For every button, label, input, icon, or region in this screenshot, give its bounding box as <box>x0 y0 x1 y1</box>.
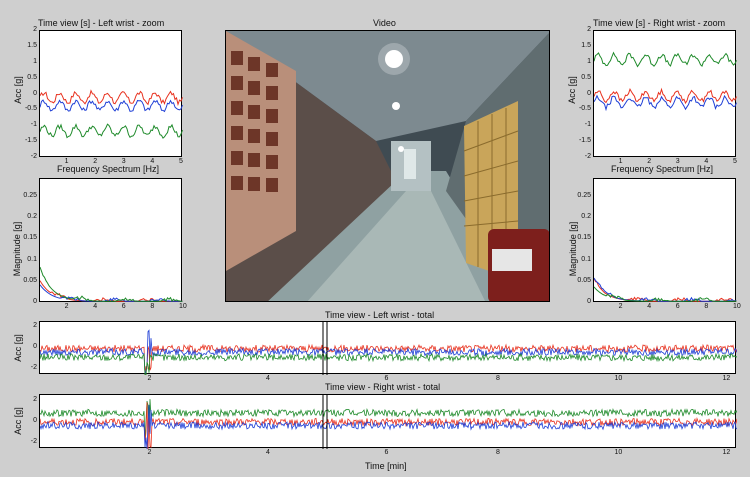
left-zoom-ytick: -1.5 <box>24 137 37 145</box>
zoom-series-green <box>594 51 737 68</box>
right-total-xtick: 12 <box>722 449 731 456</box>
left-spectrum-ylabel: Magnitude [g] <box>12 221 22 277</box>
video-frame[interactable] <box>225 30 550 302</box>
video-title: Video <box>373 18 396 28</box>
left-spectrum-xtick: 10 <box>179 303 187 310</box>
right-zoom-ytick: -1.5 <box>578 137 591 145</box>
left-spectrum-plot <box>39 178 183 303</box>
left-total-xtick: 4 <box>266 375 270 382</box>
right-spectrum-ylabel: Magnitude [g] <box>568 221 578 277</box>
spectrum-series-blue <box>40 284 183 302</box>
right-zoom-ytick: 1 <box>587 57 591 65</box>
left-total-lines <box>40 322 737 375</box>
left-zoom-ytick: -1 <box>30 121 37 129</box>
right-zoom-ytick: 1.5 <box>581 41 591 49</box>
left-spectrum-ytick: 0 <box>33 298 37 305</box>
left-spectrum-xtick: 2 <box>64 303 69 310</box>
left-spectrum-xtick: 8 <box>150 303 155 310</box>
right-total-xtick: 10 <box>614 449 623 456</box>
right-zoom-ytick: -0.5 <box>578 105 591 113</box>
right-zoom-ytick: -1 <box>584 121 591 129</box>
zoom-series-green <box>40 123 183 139</box>
left-total-xtick: 12 <box>722 375 731 382</box>
left-total-title: Time view - Left wrist - total <box>325 310 435 320</box>
left-zoom-ytick: 2 <box>33 26 37 33</box>
left-zoom-ytick: 0 <box>33 89 37 97</box>
left-spectrum-ytick: 0.1 <box>27 255 37 263</box>
left-zoom-ytick: 1 <box>33 57 37 65</box>
left-spectrum-ytick: 0.05 <box>23 276 37 284</box>
right-spectrum-xtick: 10 <box>733 303 741 310</box>
figure-window: Time view [s] - Left wrist - zoom Acc [g… <box>0 0 750 477</box>
right-spectrum-xtick: 6 <box>675 303 680 310</box>
left-spectrum-ytick: 0.25 <box>23 192 37 199</box>
left-zoom-ytick: 1.5 <box>27 41 37 49</box>
left-zoom-plot <box>39 30 183 157</box>
right-total-xtick: 6 <box>384 449 389 456</box>
right-spectrum-ytick: 0.25 <box>577 192 591 199</box>
left-total-xtick: 8 <box>496 375 500 382</box>
right-total-title: Time view - Right wrist - total <box>325 382 441 392</box>
right-zoom-lines <box>594 51 737 112</box>
right-spectrum-xtick: 8 <box>704 303 709 310</box>
left-spectrum-xtick: 6 <box>121 303 126 310</box>
left-spectrum-lines <box>40 266 183 303</box>
right-spectrum-ytick: 0.1 <box>581 255 591 263</box>
left-total-plot <box>39 321 737 375</box>
right-spectrum-xtick: 4 <box>647 303 652 310</box>
right-spectrum-ytick: 0.05 <box>577 276 591 284</box>
left-zoom-lines <box>40 89 183 139</box>
left-zoom-xtick: 5 <box>179 158 183 165</box>
left-zoom-xlabel: Frequency Spectrum [Hz] <box>57 164 160 174</box>
right-zoom-plot <box>593 30 737 157</box>
right-spectrum-plot <box>593 178 737 303</box>
left-total-xtick: 2 <box>147 375 152 382</box>
left-zoom-ytick: 0.5 <box>27 73 37 81</box>
right-spectrum-ytick: 0.2 <box>581 213 591 221</box>
right-total-xtick: 2 <box>147 449 152 456</box>
left-zoom-ytick: -0.5 <box>24 105 37 113</box>
right-zoom-ytick: 2 <box>587 26 591 33</box>
left-total-xtick: 6 <box>384 375 389 382</box>
right-zoom-ytick: -2 <box>584 153 591 160</box>
right-zoom-xlabel: Frequency Spectrum [Hz] <box>611 164 714 174</box>
spectrum-series-green <box>594 286 737 303</box>
left-zoom-ytick: -2 <box>30 153 37 160</box>
hallway-scene <box>226 31 549 301</box>
right-zoom-title: Time view [s] - Right wrist - zoom <box>593 18 726 28</box>
left-total-ytick: -2 <box>30 364 37 371</box>
right-total-ytick: 2 <box>33 396 37 403</box>
left-zoom-title: Time view [s] - Left wrist - zoom <box>38 18 165 28</box>
left-spectrum-xtick: 4 <box>93 303 98 310</box>
right-spectrum-ytick: 0 <box>587 298 591 305</box>
right-total-xtick: 8 <box>496 449 500 456</box>
right-zoom-ytick: 0 <box>587 89 591 97</box>
spectrum-series-green <box>40 266 183 303</box>
right-zoom-xtick: 5 <box>733 158 737 165</box>
spectrum-series-blue <box>594 277 737 302</box>
left-total-xtick: 10 <box>614 375 623 382</box>
right-spectrum-ytick: 0.15 <box>577 234 591 242</box>
left-total-ytick: 0 <box>33 343 37 350</box>
right-total-xtick: 4 <box>266 449 270 456</box>
right-total-lines <box>40 395 737 449</box>
right-total-xlabel: Time [min] <box>365 461 407 471</box>
left-spectrum-ytick: 0.2 <box>27 213 37 221</box>
right-total-ytick: -2 <box>30 438 37 445</box>
right-total-ytick: 0 <box>33 417 37 424</box>
left-spectrum-ytick: 0.15 <box>23 234 37 242</box>
right-spectrum-lines <box>594 277 737 303</box>
right-total-plot <box>39 394 737 449</box>
right-spectrum-xtick: 2 <box>618 303 623 310</box>
left-total-ytick: 2 <box>33 322 37 329</box>
right-zoom-ytick: 0.5 <box>581 73 591 81</box>
